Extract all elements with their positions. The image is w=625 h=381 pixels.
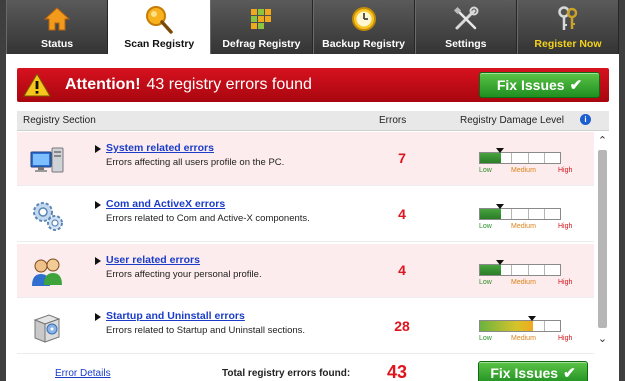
error-count: 4: [398, 206, 406, 222]
row-description: Errors affecting your personal profile.: [106, 269, 262, 280]
error-count: 7: [398, 150, 406, 166]
tab-label: Register Now: [534, 38, 602, 50]
damage-level-meter: Low Medium High: [475, 200, 573, 234]
header-registry-section: Registry Section: [23, 115, 96, 126]
users-icon: [29, 254, 65, 290]
damage-pointer-icon: [496, 204, 504, 209]
scroll-up-icon[interactable]: ⌃: [596, 134, 609, 148]
row-description: Errors related to Startup and Uninstall …: [106, 325, 306, 336]
tools-icon: [451, 4, 481, 34]
system-errors-link[interactable]: System related errors: [106, 142, 214, 154]
level-high-label: High: [558, 223, 573, 230]
tab-backup-registry[interactable]: Backup Registry: [312, 0, 415, 54]
level-medium-label: Medium: [511, 223, 536, 230]
level-medium-label: Medium: [511, 279, 536, 286]
list-item: Com and ActiveX errors Errors related to…: [17, 188, 594, 242]
damage-pointer-icon: [528, 316, 536, 321]
damage-level-fill: [480, 209, 501, 219]
damage-level-fill: [480, 265, 501, 275]
checkmark-icon: ✔: [563, 365, 576, 381]
fix-issues-label: Fix Issues: [496, 77, 565, 93]
tab-status[interactable]: Status: [6, 0, 109, 54]
scroll-down-icon[interactable]: ⌄: [596, 332, 609, 346]
error-count: 28: [394, 318, 410, 334]
expand-arrow-icon[interactable]: [95, 313, 101, 321]
damage-pointer-icon: [496, 260, 504, 265]
tab-label: Defrag Registry: [222, 38, 301, 50]
gears-icon: [29, 198, 65, 234]
info-icon[interactable]: i: [580, 114, 591, 125]
startup-uninstall-errors-link[interactable]: Startup and Uninstall errors: [106, 310, 245, 322]
level-high-label: High: [558, 279, 573, 286]
attention-label: Attention!: [65, 76, 141, 93]
home-icon: [42, 4, 72, 34]
table-header: Registry Section Errors Registry Damage …: [17, 111, 609, 131]
tab-label: Scan Registry: [124, 38, 195, 50]
level-medium-label: Medium: [511, 167, 536, 174]
keys-icon: [553, 4, 583, 34]
damage-level-fill: [480, 153, 501, 163]
user-errors-link[interactable]: User related errors: [106, 254, 200, 266]
damage-pointer-icon: [496, 148, 504, 153]
row-description: Errors affecting all users profile on th…: [106, 157, 285, 168]
attention-banner: Attention! 43 registry errors found Fix …: [17, 68, 609, 102]
scroll-thumb[interactable]: [598, 150, 607, 328]
error-count: 4: [398, 262, 406, 278]
tab-label: Backup Registry: [322, 38, 406, 50]
clock-icon: [349, 4, 379, 34]
expand-arrow-icon[interactable]: [95, 201, 101, 209]
row-description: Errors related to Com and Active-X compo…: [106, 213, 310, 224]
level-low-label: Low: [479, 279, 492, 286]
damage-level-meter: Low Medium High: [475, 256, 573, 290]
scan-results-panel: Attention! 43 registry errors found Fix …: [6, 54, 619, 381]
expand-arrow-icon[interactable]: [95, 257, 101, 265]
damage-level-meter: Low Medium High: [475, 144, 573, 178]
warning-icon: [23, 73, 51, 97]
header-damage-level: Registry Damage Level: [460, 115, 564, 126]
checkmark-icon: ✔: [569, 77, 583, 94]
fix-issues-label: Fix Issues: [490, 365, 559, 381]
errors-found-message: 43 registry errors found: [146, 76, 312, 93]
tab-label: Settings: [445, 38, 487, 50]
error-details-link[interactable]: Error Details: [55, 368, 111, 379]
com-activex-errors-link[interactable]: Com and ActiveX errors: [106, 198, 225, 210]
tab-settings[interactable]: Settings: [414, 0, 517, 54]
tab-register-now[interactable]: Register Now: [516, 0, 620, 54]
vertical-scrollbar[interactable]: ⌃ ⌄: [596, 132, 609, 354]
tab-defrag-registry[interactable]: Defrag Registry: [210, 0, 313, 54]
level-low-label: Low: [479, 335, 492, 342]
tab-scan-registry[interactable]: Scan Registry: [108, 0, 211, 54]
damage-level-meter: Low Medium High: [475, 312, 573, 346]
fix-issues-button-top[interactable]: Fix Issues ✔: [479, 72, 600, 98]
magnifier-icon: [144, 4, 174, 34]
level-low-label: Low: [479, 167, 492, 174]
level-medium-label: Medium: [511, 335, 536, 342]
level-low-label: Low: [479, 223, 492, 230]
list-item: User related errors Errors affecting you…: [17, 244, 594, 298]
list-item: Startup and Uninstall errors Errors rela…: [17, 300, 594, 354]
error-list: System related errors Errors affecting a…: [17, 132, 594, 356]
tab-label: Status: [41, 38, 74, 50]
main-tab-bar: Status Scan Registry Defrag Registry Bac…: [6, 0, 620, 54]
damage-level-fill: [480, 321, 533, 331]
level-high-label: High: [558, 167, 573, 174]
computer-icon: [29, 142, 65, 178]
blocks-icon: [246, 4, 276, 34]
list-item: System related errors Errors affecting a…: [17, 132, 594, 186]
level-high-label: High: [558, 335, 573, 342]
total-errors-count: 43: [387, 362, 408, 381]
expand-arrow-icon[interactable]: [95, 145, 101, 153]
total-errors-label: Total registry errors found:: [222, 368, 351, 379]
software-box-icon: [29, 310, 65, 346]
fix-issues-button-bottom[interactable]: Fix Issues ✔: [478, 361, 588, 381]
header-errors: Errors: [379, 115, 407, 126]
